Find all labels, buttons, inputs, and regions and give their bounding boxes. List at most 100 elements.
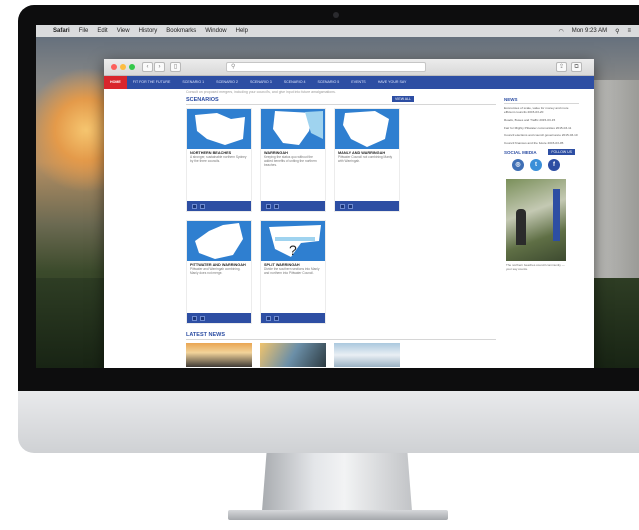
card-actions: [261, 313, 325, 323]
scenario-card[interactable]: ? SPLIT WARRINGAH Divide the southern se…: [260, 220, 326, 324]
nav-fit-for-future[interactable]: FIT FOR THE FUTURE: [127, 76, 177, 89]
photo-person: [516, 209, 526, 246]
instagram-icon[interactable]: ◎: [512, 159, 524, 172]
scenarios-title: SCENARIOS: [186, 97, 219, 103]
monitor-stand: [262, 453, 412, 511]
share-icon[interactable]: ⇪: [556, 62, 567, 72]
browser-toolbar: ‹ › ▯ ⚲ ⇪ ⧉: [104, 59, 594, 76]
scenario-grid: NORTHERN BEACHES A stronger, sustainable…: [186, 108, 496, 324]
card-description: A stronger, sustainable northern Sydney …: [190, 155, 247, 164]
zoom-window-button[interactable]: [129, 64, 135, 70]
menu-edit[interactable]: Edit: [97, 28, 107, 34]
mac-menu-bar: Safari File Edit View History Bookmarks …: [36, 25, 639, 37]
news-thumbnail[interactable]: [260, 343, 326, 367]
card-actions: [335, 201, 399, 211]
divider: [186, 339, 496, 340]
photo-caption: The northern beaches council community —…: [506, 263, 565, 271]
map-image: [187, 109, 251, 149]
card-description: Pittwater and Warringah combining. Manly…: [190, 267, 241, 276]
tabs-icon[interactable]: ⧉: [571, 62, 582, 72]
tagline: Consult on proposed mergers, including y…: [186, 90, 336, 94]
wifi-icon[interactable]: ◠: [558, 28, 563, 35]
menu-help[interactable]: Help: [236, 28, 248, 34]
sidebar: NEWS Economies of scale, value for money…: [504, 97, 579, 272]
social-icons: ◎ t f: [512, 159, 579, 172]
list-icon[interactable]: ≡: [627, 28, 631, 34]
news-link[interactable]: Fair for Mighty Pittwater communities 20…: [504, 126, 579, 131]
news-thumbnail[interactable]: [186, 343, 252, 367]
follow-button[interactable]: FOLLOW US: [548, 149, 575, 156]
desktop: Safari File Edit View History Bookmarks …: [36, 25, 639, 368]
news-link[interactable]: Economies of scale, value for money and …: [504, 106, 579, 115]
menu-file[interactable]: File: [79, 28, 89, 34]
news-row: [186, 343, 496, 367]
svg-text:?: ?: [289, 242, 297, 258]
news-heading: NEWS: [504, 97, 518, 102]
news-link[interactable]: Council elections and council governance…: [504, 134, 579, 138]
address-bar[interactable]: ⚲: [226, 62, 426, 72]
menu-bookmarks[interactable]: Bookmarks: [166, 28, 196, 34]
scenario-card[interactable]: WARRINGAH Keeping the status quo without…: [260, 108, 326, 212]
twitter-icon[interactable]: t: [530, 159, 542, 172]
sidebar-photo: [506, 179, 566, 262]
back-button[interactable]: ‹: [142, 62, 153, 72]
news-thumbnail[interactable]: [334, 343, 400, 367]
camera-icon: [333, 12, 339, 18]
map-image: ?: [261, 221, 325, 261]
close-window-button[interactable]: [111, 64, 117, 70]
news-link[interactable]: Roads, Buses and Traffic 2015-03-15: [504, 118, 579, 123]
clock[interactable]: Mon 9:23 AM: [572, 28, 607, 34]
nav-scenario-4[interactable]: SCENARIO 4: [278, 76, 312, 89]
nav-have-your-say[interactable]: HAVE YOUR SAY: [372, 76, 413, 89]
spotlight-icon[interactable]: ⚲: [615, 28, 619, 35]
safari-window: ‹ › ▯ ⚲ ⇪ ⧉ HOME FIT FOR THE FUTURE SCEN…: [104, 59, 594, 368]
map-image: [187, 221, 251, 261]
site-navigation: HOME FIT FOR THE FUTURE SCENARIO 1 SCENA…: [104, 76, 594, 89]
facebook-icon[interactable]: f: [548, 159, 560, 172]
info-icon[interactable]: [266, 315, 271, 321]
nav-scenario-1[interactable]: SCENARIO 1: [176, 76, 210, 89]
forward-button[interactable]: ›: [154, 62, 165, 72]
card-description: Pittwater Council not combining Manly wi…: [338, 155, 393, 164]
card-actions: [187, 201, 251, 211]
card-actions: [187, 313, 251, 323]
card-description: Divide the southern sections into Manly …: [264, 267, 320, 276]
info-icon[interactable]: [192, 315, 197, 321]
more-icon[interactable]: [200, 315, 205, 321]
menu-history[interactable]: History: [139, 28, 158, 34]
nav-home[interactable]: HOME: [104, 76, 127, 89]
more-icon[interactable]: [274, 203, 279, 209]
nav-events[interactable]: EVENTS: [345, 76, 371, 89]
info-icon[interactable]: [266, 203, 271, 209]
scenario-card[interactable]: MANLY AND WARRINGAH Pittwater Council no…: [334, 108, 400, 212]
monitor-chin: [18, 391, 639, 453]
scenario-card[interactable]: PITTWATER AND WARRINGAH Pittwater and Wa…: [186, 220, 252, 324]
photo-banner: [553, 189, 560, 242]
nav-scenario-2[interactable]: SCENARIO 2: [210, 76, 244, 89]
search-icon: ⚲: [231, 64, 236, 70]
scenario-card[interactable]: NORTHERN BEACHES A stronger, sustainable…: [186, 108, 252, 212]
card-description: Keeping the status quo without the added…: [264, 155, 317, 168]
news-link[interactable]: Council finances and the future 2015-03-…: [504, 141, 579, 146]
main-content: SCENARIOS VIEW ALL NORTHERN BEACHES A st…: [186, 96, 496, 367]
divider: [186, 104, 496, 105]
info-icon[interactable]: [340, 203, 345, 209]
map-image: [261, 109, 325, 149]
nav-scenario-5[interactable]: SCENARIO 5: [312, 76, 346, 89]
map-image: [335, 109, 399, 149]
menu-window[interactable]: Window: [205, 28, 226, 34]
view-all-button[interactable]: VIEW ALL: [392, 96, 414, 102]
more-icon[interactable]: [348, 203, 353, 209]
more-icon[interactable]: [200, 203, 205, 209]
menu-safari[interactable]: Safari: [53, 28, 70, 34]
monitor-base: [228, 510, 448, 520]
minimize-window-button[interactable]: [120, 64, 126, 70]
menu-view[interactable]: View: [117, 28, 130, 34]
more-icon[interactable]: [274, 315, 279, 321]
imac-scene: Safari File Edit View History Bookmarks …: [0, 0, 639, 530]
card-actions: [261, 201, 325, 211]
info-icon[interactable]: [192, 203, 197, 209]
latest-news-title: LATEST NEWS: [186, 332, 226, 338]
sidebar-icon[interactable]: ▯: [170, 62, 181, 72]
nav-scenario-3[interactable]: SCENARIO 3: [244, 76, 278, 89]
